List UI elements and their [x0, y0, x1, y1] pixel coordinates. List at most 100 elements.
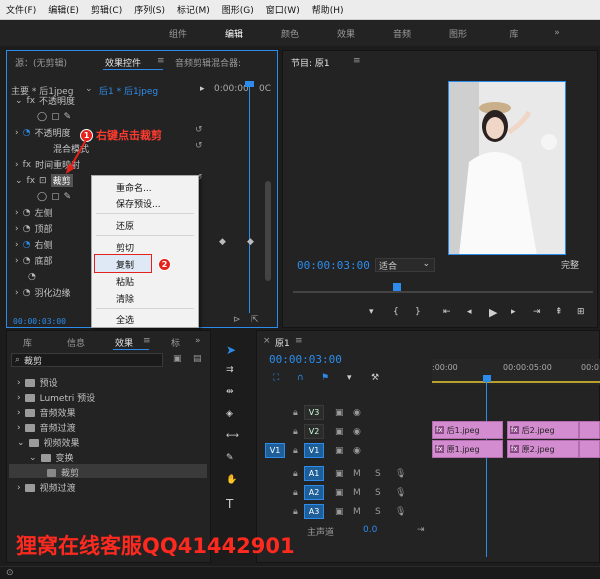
tree-video-effects[interactable]: ⌄ 视频效果 [17, 436, 80, 450]
ellipse-mask-icon[interactable]: ◯ [37, 192, 47, 202]
pen-mask-icon[interactable]: ✎ [64, 112, 72, 122]
menu-item-copy[interactable]: 复制 [116, 258, 134, 271]
mic-icon[interactable]: 🎙︎ [395, 488, 406, 498]
clip-v2-hou1[interactable]: fx 后1.jpeg [432, 421, 503, 439]
go-to-out-icon[interactable]: ⇥ [533, 307, 541, 317]
workspace-tab-audio[interactable]: 音频 [374, 27, 430, 40]
stopwatch-icon[interactable]: ◔ [28, 272, 36, 282]
mic-icon[interactable]: 🎙︎ [395, 507, 406, 517]
chevron-right-icon[interactable]: › [15, 128, 19, 138]
sync-lock-icon[interactable]: ▣ [335, 469, 344, 479]
effects-search-input[interactable]: ⌕ 裁剪 [11, 353, 163, 367]
lock-icon[interactable]: 🔒︎ [293, 507, 298, 517]
track-a3[interactable]: A3 [304, 504, 324, 519]
playhead-line[interactable] [249, 81, 250, 313]
menu-clip[interactable]: 剪辑(C) [85, 3, 128, 16]
chevron-right-icon[interactable]: › [15, 208, 19, 218]
stopwatch-icon[interactable]: ◔ [23, 240, 31, 250]
tab-markers[interactable]: 标 [171, 336, 180, 349]
sync-lock-icon[interactable]: ▣ [335, 408, 344, 418]
export-icon[interactable]: ⇱ [251, 315, 259, 325]
ellipse-mask-icon[interactable]: ◯ [37, 112, 47, 122]
eye-icon[interactable]: ◉ [353, 446, 361, 456]
menu-item-save-preset[interactable]: 保存预设... [116, 197, 161, 210]
nest-icon[interactable]: ⛶ [273, 373, 279, 383]
menu-item-clear[interactable]: 清除 [116, 292, 134, 305]
chevron-right-icon[interactable]: › [15, 256, 19, 266]
sync-lock-icon[interactable]: ▣ [335, 488, 344, 498]
quality-value[interactable]: 完整 [561, 258, 579, 271]
selection-tool-icon[interactable]: ➤ [226, 343, 236, 357]
workspace-tab-graphics[interactable]: 图形 [430, 27, 486, 40]
marker-icon[interactable]: ▾ [369, 307, 374, 317]
source-patch-v1[interactable]: V1 [265, 443, 285, 458]
program-scrubber[interactable] [293, 291, 593, 293]
type-tool-icon[interactable]: T [226, 497, 233, 511]
eye-icon[interactable]: ◉ [353, 427, 361, 437]
menu-graphics[interactable]: 图形(G) [216, 3, 260, 16]
stopwatch-icon[interactable]: ◔ [23, 208, 31, 218]
mark-out-icon[interactable]: } [415, 307, 421, 317]
filter-icon[interactable]: ⊳ [233, 315, 241, 325]
workspace-tab-effects[interactable]: 效果 [318, 27, 374, 40]
program-preview-image[interactable] [448, 81, 566, 255]
panel-menu-icon[interactable]: ≡ [295, 336, 303, 346]
rect-mask-icon[interactable]: ▢ [51, 192, 60, 202]
wrench-icon[interactable]: ⚒ [371, 373, 379, 383]
program-timecode[interactable]: 00:00:03:00 [297, 259, 370, 272]
chevron-down-icon[interactable]: ⌄ [15, 176, 23, 186]
tab-effects[interactable]: 效果 [115, 336, 133, 349]
chevron-down-icon[interactable]: ⌄ [15, 96, 23, 106]
stopwatch-icon[interactable]: ◔ [23, 128, 31, 138]
play-icon[interactable]: ▶ [489, 306, 497, 319]
work-area-bar[interactable] [432, 381, 600, 383]
scrollbar[interactable] [265, 181, 271, 281]
stopwatch-icon[interactable]: ◔ [23, 224, 31, 234]
hand-tool-icon[interactable]: ✋ [226, 475, 237, 485]
menu-item-cut[interactable]: 剪切 [116, 241, 134, 254]
track-v3[interactable]: V3 [304, 405, 324, 420]
tree-crop[interactable]: 裁剪 [47, 466, 79, 479]
menu-help[interactable]: 帮助(H) [306, 3, 350, 16]
step-back-icon[interactable]: ◂ [467, 307, 472, 317]
menu-marker[interactable]: 标记(M) [171, 3, 216, 16]
close-icon[interactable]: × [263, 336, 271, 346]
menu-window[interactable]: 窗口(W) [260, 3, 306, 16]
menu-item-paste[interactable]: 粘贴 [116, 275, 134, 288]
mute-button[interactable]: M [353, 507, 361, 517]
solo-button[interactable]: S [375, 469, 381, 479]
chevron-right-icon[interactable]: › [15, 160, 19, 170]
reset-icon[interactable]: ↺ [195, 125, 203, 135]
more-tabs-icon[interactable]: » [195, 336, 201, 346]
pen-mask-icon[interactable]: ✎ [64, 192, 72, 202]
rect-mask-icon[interactable]: ▢ [51, 112, 60, 122]
ripple-edit-tool-icon[interactable]: ⇹ [226, 387, 234, 397]
solo-button[interactable]: S [375, 488, 381, 498]
chevron-right-icon[interactable]: › [15, 240, 19, 250]
tree-video-transitions[interactable]: › 视频过渡 [17, 481, 76, 495]
chevron-right-icon[interactable]: › [15, 288, 19, 298]
keyframe-icon[interactable]: ◆ [247, 237, 254, 247]
menu-sequence[interactable]: 序列(S) [128, 3, 171, 16]
clip-v2-hou2[interactable]: fx 后2.jpeg [507, 421, 579, 439]
sync-lock-icon[interactable]: ▣ [335, 446, 344, 456]
mute-button[interactable]: M [353, 488, 361, 498]
solo-button[interactable]: S [375, 507, 381, 517]
program-title[interactable]: 节目: 原1 [291, 56, 330, 69]
track-a1[interactable]: A1 [304, 466, 324, 481]
tab-audio-clip-mixer[interactable]: 音频剪辑混合器: [175, 56, 241, 69]
sync-lock-icon[interactable]: ▣ [335, 507, 344, 517]
workspace-more-button[interactable]: » [542, 28, 572, 38]
clip-v1-yuan1[interactable]: fx 原1.jpeg [432, 440, 503, 458]
eye-icon[interactable]: ◉ [353, 408, 361, 418]
snap-icon[interactable]: ∩ [297, 373, 304, 383]
lock-icon[interactable]: 🔒︎ [293, 446, 298, 456]
add-marker-icon[interactable]: ▾ [347, 373, 352, 383]
workspace-tab-assembly[interactable]: 组件 [150, 27, 206, 40]
tab-info[interactable]: 信息 [67, 336, 85, 349]
tab-effect-controls[interactable]: 效果控件 [105, 56, 141, 69]
new-preset-icon[interactable]: ▤ [193, 354, 202, 364]
master-value[interactable]: 0.0 [363, 525, 377, 535]
razor-tool-icon[interactable]: ◈ [226, 409, 233, 419]
lock-icon[interactable]: 🔒︎ [293, 488, 298, 498]
